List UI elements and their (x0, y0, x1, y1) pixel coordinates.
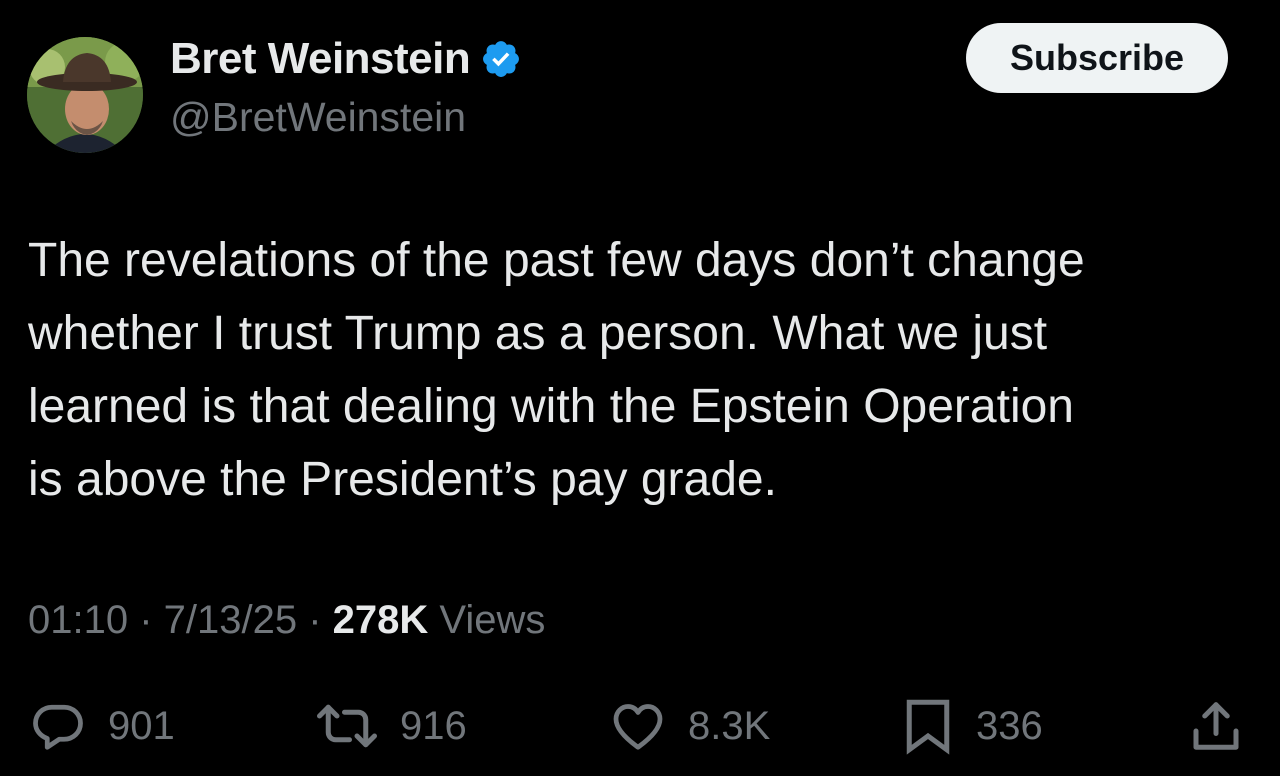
repost-count: 916 (400, 703, 467, 748)
share-button[interactable] (1186, 696, 1246, 756)
like-button[interactable]: 8.3K (608, 696, 770, 756)
avatar-photo (27, 37, 143, 153)
like-count: 8.3K (688, 703, 771, 748)
bookmark-count: 336 (976, 703, 1043, 748)
reply-button[interactable]: 901 (28, 696, 175, 756)
heart-icon (613, 704, 663, 750)
reply-count: 901 (108, 703, 175, 748)
bookmark-icon (906, 699, 950, 755)
views-label: Views (428, 598, 546, 642)
share-icon (1193, 702, 1239, 750)
meta-separator: · (297, 598, 333, 642)
bookmark-button[interactable]: 336 (900, 696, 1043, 756)
tweet-text-line: whether I trust Trump as a person. What … (28, 307, 1048, 360)
tweet-text-line: learned is that dealing with the Epstein… (28, 380, 1074, 433)
views-count[interactable]: 278K (333, 598, 429, 642)
repost-icon (317, 704, 377, 748)
author-handle[interactable]: @BretWeinstein (170, 94, 466, 141)
author-display-name[interactable]: Bret Weinstein (170, 34, 522, 84)
avatar[interactable] (27, 37, 143, 153)
reply-icon (33, 704, 83, 750)
tweet-metadata: 01:10 · 7/13/25 · 278K Views (28, 598, 545, 643)
author-name-text[interactable]: Bret Weinstein (170, 34, 471, 84)
tweet-time[interactable]: 01:10 (28, 598, 128, 642)
meta-separator: · (128, 598, 164, 642)
tweet-text-line: The revelations of the past few days don… (28, 234, 1085, 287)
tweet-date[interactable]: 7/13/25 (164, 598, 297, 642)
repost-button[interactable]: 916 (314, 696, 467, 756)
verified-badge-icon[interactable] (480, 38, 522, 80)
action-bar: 901 916 8.3K 336 (0, 696, 1280, 756)
tweet-text-line: is above the President’s pay grade. (28, 453, 777, 506)
subscribe-button[interactable]: Subscribe (966, 23, 1228, 93)
tweet-text: The revelations of the past few days don… (28, 224, 1248, 516)
